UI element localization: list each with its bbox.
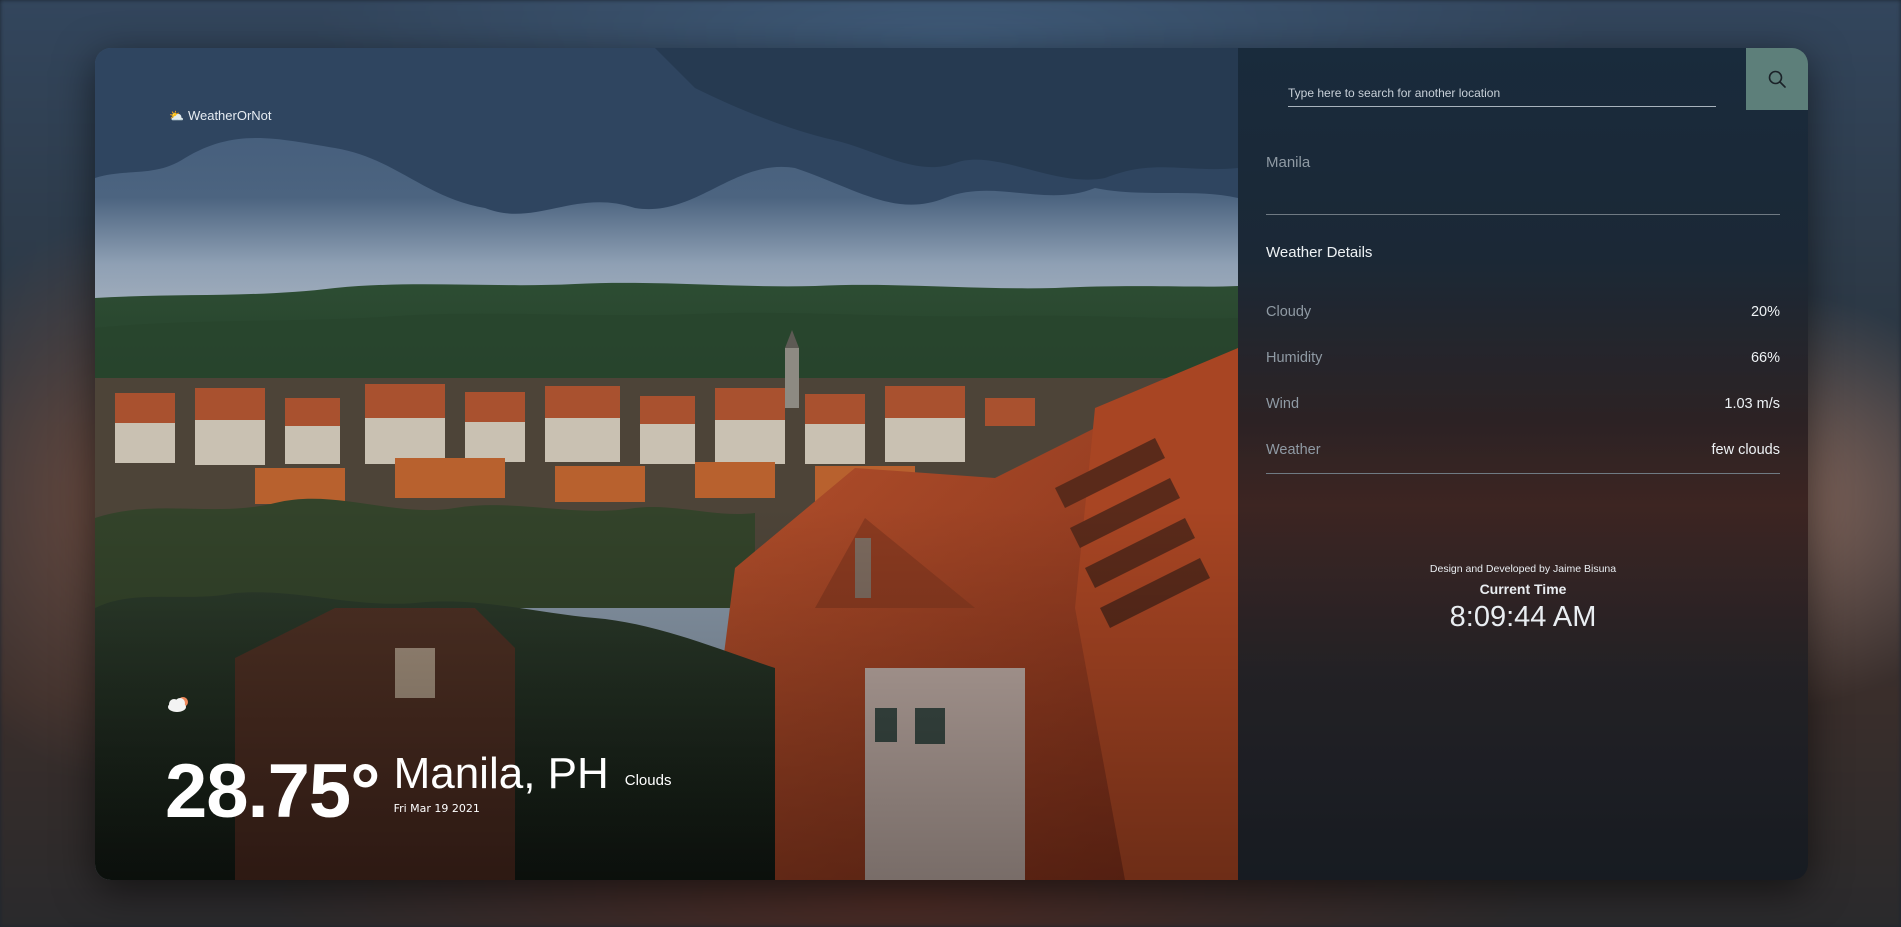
temperature: 28.75°: [165, 749, 381, 834]
search-icon: [1768, 70, 1786, 88]
detail-label: Humidity: [1266, 350, 1323, 366]
detail-label: Weather: [1266, 442, 1321, 458]
brand[interactable]: ⛅ WeatherOrNot: [169, 108, 272, 123]
detail-value: 66%: [1750, 350, 1780, 366]
current-time-label: Current Time: [1479, 581, 1567, 597]
search-bar: [1238, 48, 1808, 110]
location-block: Manila, PH Fri Mar 19 2021: [393, 694, 609, 816]
divider: [1266, 214, 1780, 215]
detail-row-weather: Weather few clouds: [1266, 442, 1780, 462]
side-panel: Manila Weather Details Cloudy 20% Humidi…: [1238, 48, 1808, 880]
detail-row-humidity: Humidity 66%: [1266, 350, 1780, 370]
sun-cloud-icon: ⛅: [169, 108, 184, 123]
detail-row-wind: Wind 1.03 m/s: [1266, 396, 1780, 416]
saved-location-item[interactable]: Manila: [1266, 154, 1310, 171]
details-title: Weather Details: [1266, 244, 1373, 261]
panel-glass: [1238, 48, 1808, 880]
footer: Design and Developed by Jaime Bisuna Cur…: [1238, 563, 1808, 634]
detail-label: Wind: [1266, 396, 1300, 412]
search-input[interactable]: [1288, 80, 1716, 107]
brand-name: WeatherOrNot: [187, 108, 272, 123]
detail-label: Cloudy: [1266, 304, 1312, 320]
condition-block: Clouds: [168, 697, 672, 789]
credit-text: Design and Developed by Jaime Bisuna: [1429, 563, 1617, 575]
search-button[interactable]: [1746, 48, 1808, 110]
detail-value: 20%: [1750, 304, 1780, 320]
condition-label: Clouds: [624, 772, 672, 789]
scene-photo: ⛅ WeatherOrNot 28.75° Manila, PH Fri Mar…: [95, 48, 1238, 880]
detail-value: few clouds: [1711, 442, 1780, 458]
current-weather: 28.75° Manila, PH Fri Mar 19 2021 Clouds: [165, 694, 671, 830]
current-date: Fri Mar 19 2021: [393, 802, 480, 815]
current-time-value: 8:09:44 AM: [1449, 601, 1597, 633]
location-name: Manila, PH: [393, 749, 609, 798]
divider: [1266, 473, 1780, 474]
weather-card: ⛅ WeatherOrNot 28.75° Manila, PH Fri Mar…: [95, 48, 1808, 880]
detail-row-cloudy: Cloudy 20%: [1266, 304, 1780, 324]
detail-value: 1.03 m/s: [1724, 396, 1780, 412]
